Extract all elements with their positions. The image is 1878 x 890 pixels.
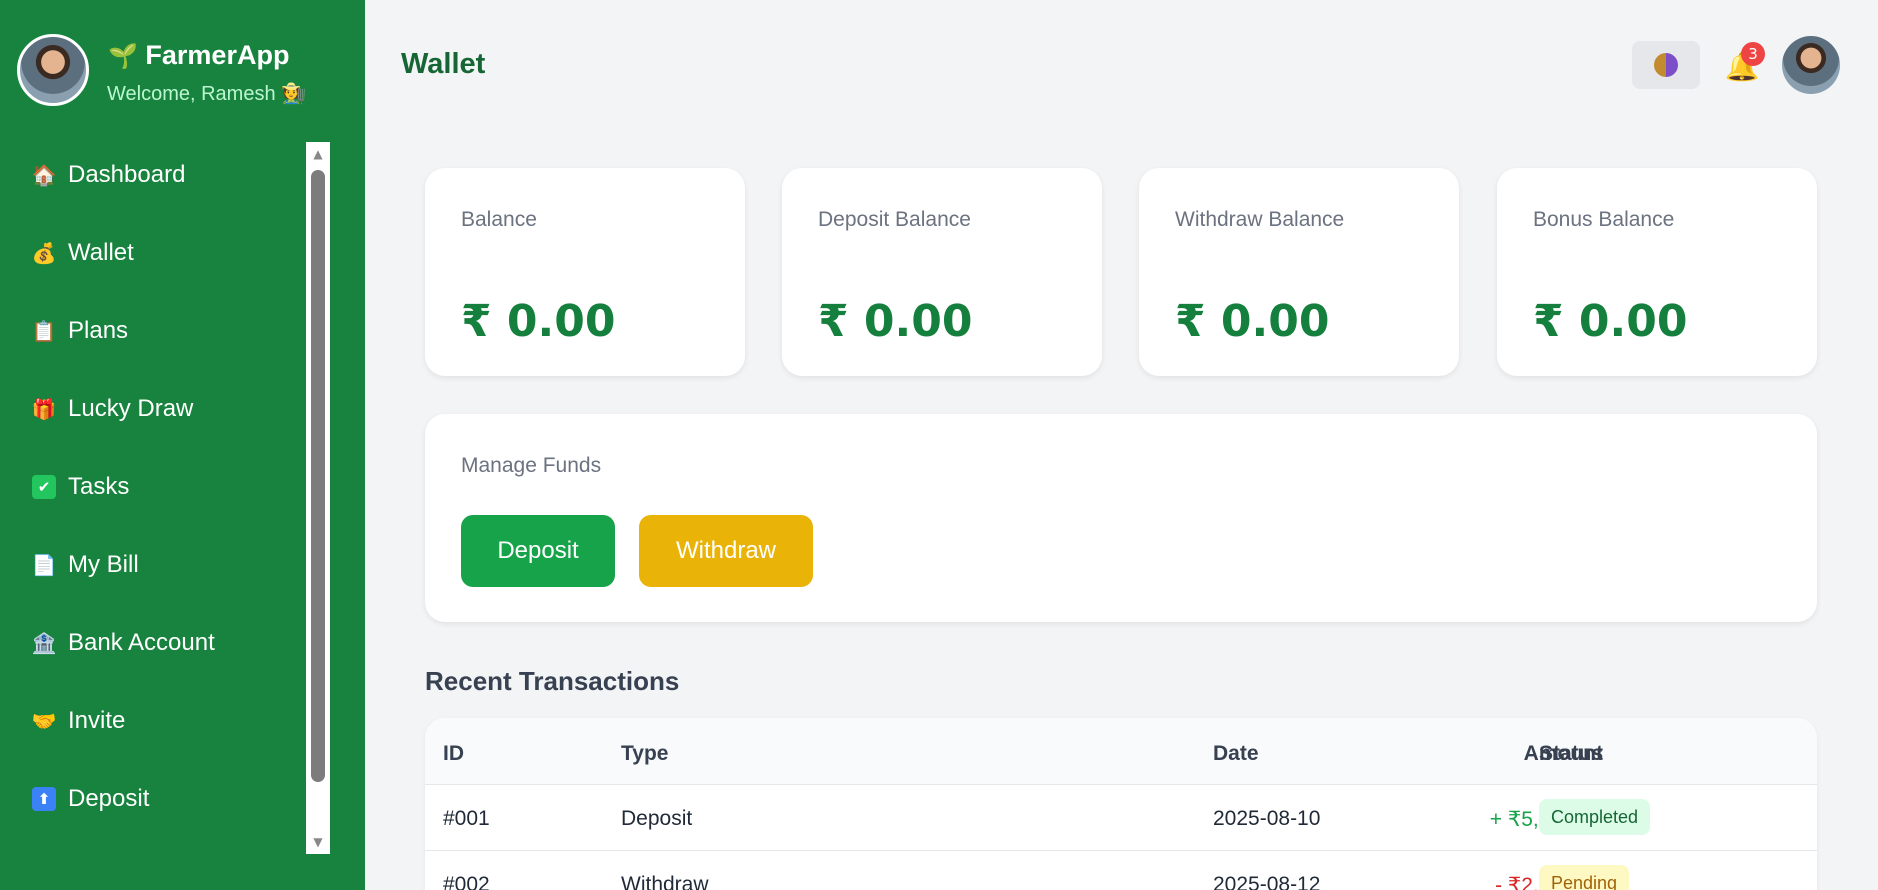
sidebar-item-deposit[interactable]: ⬆ Deposit bbox=[0, 771, 306, 827]
table-row[interactable]: #001 Deposit + ₹5,000.00 2025-08-10 Comp… bbox=[425, 784, 1817, 850]
document-icon: 📄 bbox=[31, 553, 57, 577]
arrow-up-icon: ⬆ bbox=[32, 787, 56, 811]
sidebar-item-label: Invite bbox=[68, 707, 126, 734]
sidebar-item-wallet[interactable]: 💰 Wallet bbox=[0, 225, 306, 281]
column-header-date: Date bbox=[1213, 742, 1259, 765]
manage-funds-label: Manage Funds bbox=[461, 454, 602, 477]
balance-value: ₹ 0.00 bbox=[461, 296, 616, 347]
withdraw-balance-card: Withdraw Balance ₹ 0.00 bbox=[1139, 168, 1459, 376]
home-icon: 🏠 bbox=[31, 163, 57, 187]
balance-label: Balance bbox=[461, 208, 537, 231]
deposit-balance-card: Deposit Balance ₹ 0.00 bbox=[782, 168, 1102, 376]
sidebar-item-label: Tasks bbox=[68, 473, 130, 500]
handshake-icon: 🤝 bbox=[31, 709, 57, 733]
theme-toggle-button[interactable] bbox=[1632, 41, 1700, 89]
sidebar-item-label: Deposit bbox=[68, 785, 150, 812]
profile-avatar[interactable] bbox=[1782, 36, 1840, 94]
clipboard-icon: 📋 bbox=[31, 319, 57, 343]
deposit-balance-value: ₹ 0.00 bbox=[818, 296, 973, 347]
balance-card: Balance ₹ 0.00 bbox=[425, 168, 745, 376]
sidebar-item-lucky-draw[interactable]: 🎁 Lucky Draw bbox=[0, 381, 306, 437]
table-header: ID Type Amount Date Status bbox=[425, 718, 1817, 784]
sidebar-item-label: Plans bbox=[68, 317, 129, 344]
transaction-id: #001 bbox=[443, 807, 490, 830]
bonus-balance-label: Bonus Balance bbox=[1533, 208, 1675, 231]
sidebar-item-tasks[interactable]: ✔ Tasks bbox=[0, 459, 306, 515]
sidebar-item-dashboard[interactable]: 🏠 Dashboard bbox=[0, 147, 306, 203]
transaction-date: 2025-08-12 bbox=[1213, 873, 1321, 890]
check-icon: ✔ bbox=[32, 475, 56, 499]
deposit-balance-label: Deposit Balance bbox=[818, 208, 971, 231]
gift-icon: 🎁 bbox=[31, 397, 57, 421]
column-header-type: Type bbox=[621, 742, 669, 765]
sidebar-item-my-bill[interactable]: 📄 My Bill bbox=[0, 537, 306, 593]
seedling-icon: 🌱 bbox=[108, 42, 138, 70]
theme-icon bbox=[1654, 53, 1678, 77]
withdraw-balance-value: ₹ 0.00 bbox=[1175, 296, 1330, 347]
column-header-id: ID bbox=[443, 742, 464, 765]
deposit-button[interactable]: Deposit bbox=[461, 515, 615, 587]
withdraw-balance-label: Withdraw Balance bbox=[1175, 208, 1345, 231]
sidebar-nav: 🏠 Dashboard 💰 Wallet 📋 Plans 🎁 Lucky Dra… bbox=[0, 142, 306, 854]
app-title: 🌱 FarmerApp bbox=[108, 40, 289, 71]
welcome-text: Welcome, Ramesh 🧑‍🌾 bbox=[107, 83, 307, 105]
notification-badge: 3 bbox=[1741, 42, 1765, 66]
page-title: Wallet bbox=[401, 48, 486, 80]
column-header-status: Status bbox=[1539, 742, 1604, 765]
status-badge: Completed bbox=[1539, 799, 1651, 835]
status-badge: Pending bbox=[1539, 865, 1630, 890]
brand: 🌱 FarmerApp Welcome, Ramesh 🧑‍🌾 bbox=[0, 0, 365, 140]
scrollbar-thumb[interactable] bbox=[311, 170, 325, 782]
sidebar-item-label: Lucky Draw bbox=[68, 395, 194, 422]
scroll-up-arrow-icon[interactable]: ▲ bbox=[306, 144, 330, 164]
bonus-balance-value: ₹ 0.00 bbox=[1533, 296, 1688, 347]
sidebar-item-label: Wallet bbox=[68, 239, 134, 266]
sidebar-item-plans[interactable]: 📋 Plans bbox=[0, 303, 306, 359]
withdraw-button[interactable]: Withdraw bbox=[639, 515, 813, 587]
recent-transactions-title: Recent Transactions bbox=[425, 666, 680, 696]
sidebar-item-label: Bank Account bbox=[68, 629, 215, 656]
transactions-table: ID Type Amount Date Status #001 Deposit … bbox=[425, 718, 1817, 890]
money-bag-icon: 💰 bbox=[31, 241, 57, 265]
scroll-down-arrow-icon[interactable]: ▼ bbox=[306, 832, 330, 852]
transaction-date: 2025-08-10 bbox=[1213, 807, 1321, 830]
notifications-button[interactable]: 🔔 3 bbox=[1725, 42, 1765, 84]
sidebar: 🌱 FarmerApp Welcome, Ramesh 🧑‍🌾 🏠 Dashbo… bbox=[0, 0, 365, 890]
transaction-type: Withdraw bbox=[621, 873, 709, 890]
user-avatar[interactable] bbox=[17, 34, 89, 106]
app-name: FarmerApp bbox=[145, 40, 290, 70]
bank-icon: 🏦 bbox=[31, 631, 57, 655]
transaction-id: #002 bbox=[443, 873, 490, 890]
table-row[interactable]: #002 Withdraw - ₹2,000.00 2025-08-12 Pen… bbox=[425, 850, 1817, 890]
bonus-balance-card: Bonus Balance ₹ 0.00 bbox=[1497, 168, 1817, 376]
sidebar-item-bank-account[interactable]: 🏦 Bank Account bbox=[0, 615, 306, 671]
transaction-type: Deposit bbox=[621, 807, 693, 830]
sidebar-item-label: Dashboard bbox=[68, 161, 186, 188]
sidebar-item-invite[interactable]: 🤝 Invite bbox=[0, 693, 306, 749]
manage-funds-card: Manage Funds Deposit Withdraw bbox=[425, 414, 1817, 622]
sidebar-scrollbar[interactable]: ▲ ▼ bbox=[306, 142, 330, 854]
sidebar-item-label: My Bill bbox=[68, 551, 139, 578]
